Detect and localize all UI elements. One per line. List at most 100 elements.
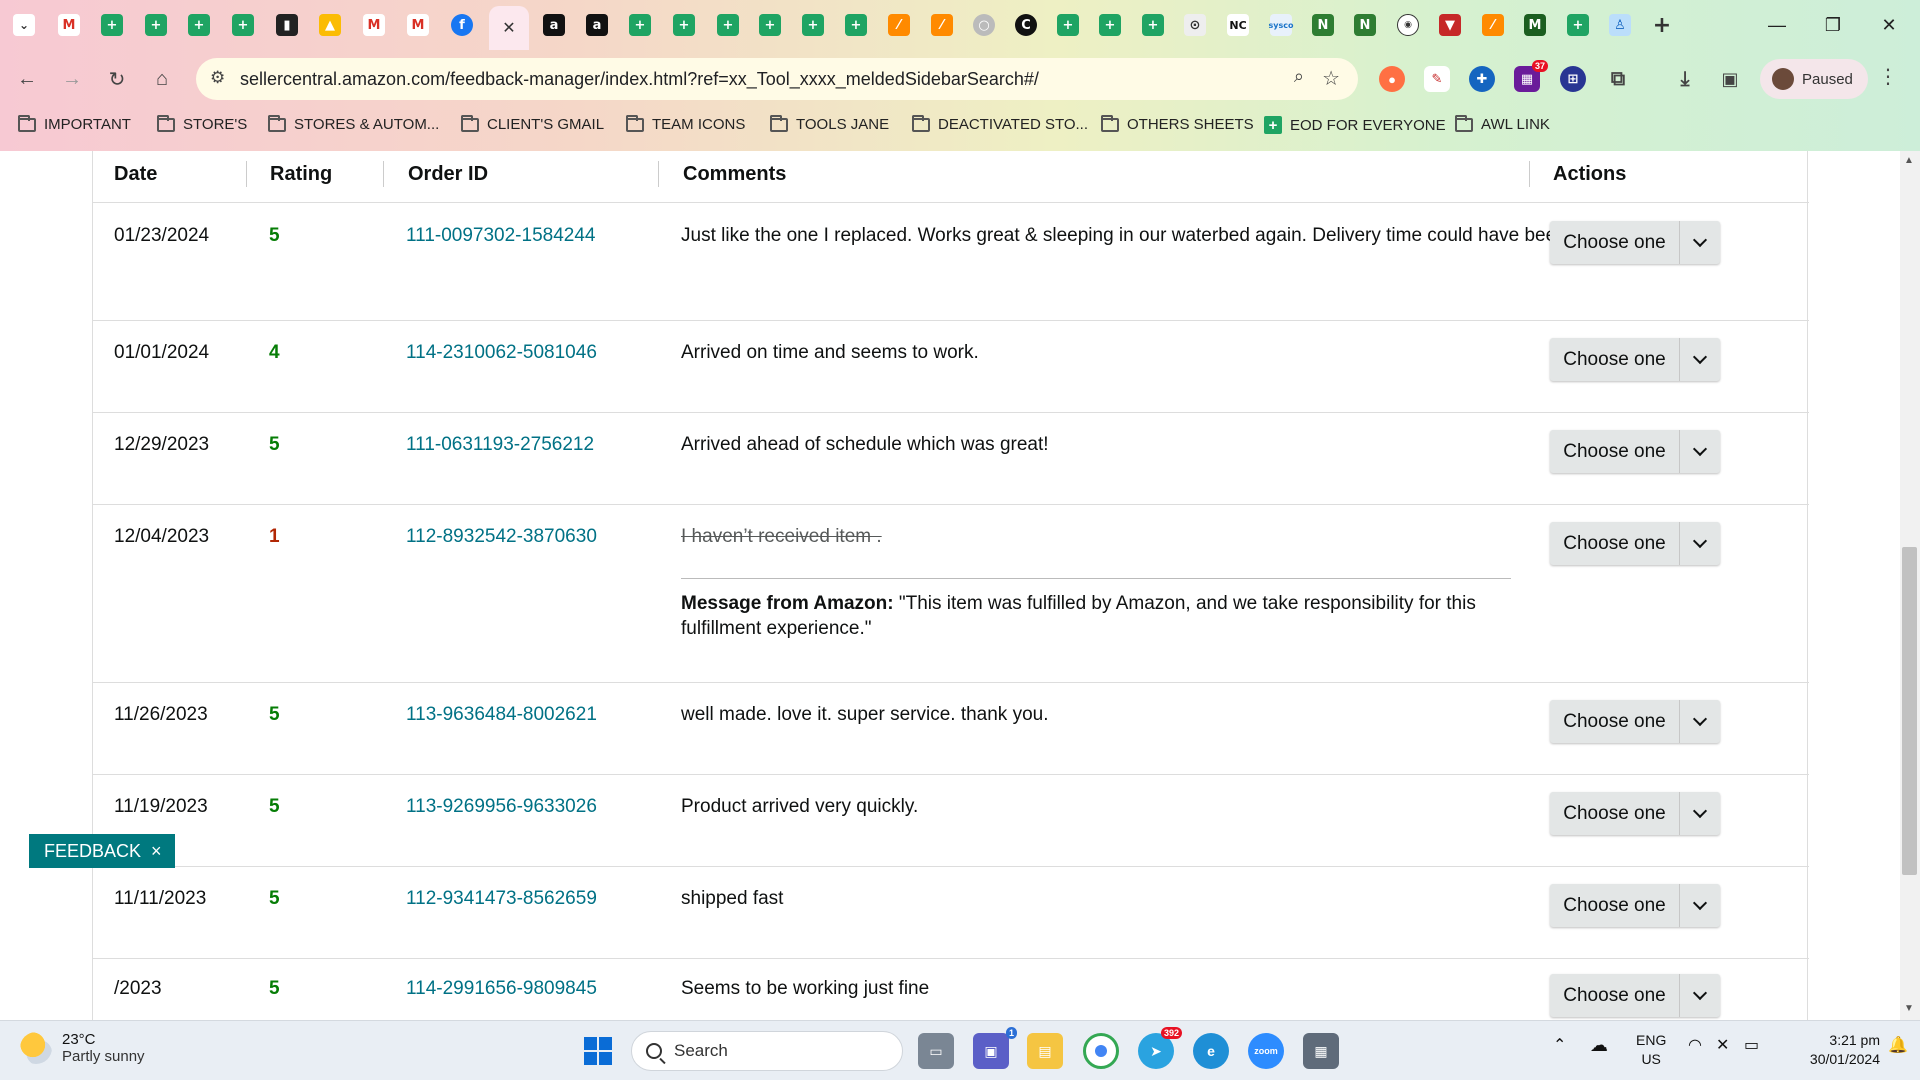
bookmark-awl-link[interactable]: AWL LINK: [1455, 114, 1550, 133]
chevron-up-icon[interactable]: ⌃: [1553, 1035, 1566, 1055]
chevron-down-icon[interactable]: [1680, 522, 1720, 565]
header-order-id[interactable]: Order ID: [408, 163, 488, 186]
tab-sheets-13[interactable]: +: [1137, 9, 1169, 41]
telegram-icon[interactable]: ➤ 392: [1138, 1027, 1182, 1069]
order-id-link[interactable]: 112-9341473-8562659: [406, 887, 597, 911]
tab-amazon-1[interactable]: a: [538, 9, 570, 41]
reload-button[interactable]: ↻: [100, 62, 134, 96]
tab-sheets-3[interactable]: +: [183, 9, 215, 41]
back-button[interactable]: ←: [10, 62, 44, 96]
action-dropdown[interactable]: Choose one: [1550, 792, 1720, 835]
home-button[interactable]: ⌂: [145, 62, 179, 96]
action-dropdown[interactable]: Choose one: [1550, 700, 1720, 743]
tab-car-app[interactable]: ⊙: [1179, 9, 1211, 41]
close-icon[interactable]: ✕: [502, 18, 515, 38]
tab-n-app-1[interactable]: N: [1307, 9, 1339, 41]
tab-active-close[interactable]: ✕: [489, 6, 529, 50]
tab-sheets-11[interactable]: +: [1052, 9, 1084, 41]
bookmark-stores[interactable]: STORE'S: [157, 114, 247, 133]
tab-circle-app[interactable]: ◉: [1392, 9, 1424, 41]
action-dropdown[interactable]: Choose one: [1550, 221, 1720, 264]
extension-calendar-icon[interactable]: ▦ 37: [1514, 60, 1548, 92]
weather-widget[interactable]: 23°C Partly sunny: [20, 1031, 145, 1065]
chevron-down-icon[interactable]: [1680, 700, 1720, 743]
tab-sheets-10[interactable]: +: [840, 9, 872, 41]
bookmark-stores-autom[interactable]: STORES & AUTOM...: [268, 114, 439, 133]
chevron-down-icon[interactable]: [1680, 884, 1720, 927]
extensions-puzzle-icon[interactable]: ⧉: [1605, 66, 1631, 92]
chevron-down-icon[interactable]: [1680, 430, 1720, 473]
action-dropdown[interactable]: Choose one: [1550, 974, 1720, 1017]
bookmark-clients-gmail[interactable]: CLIENT'S GMAIL: [461, 114, 604, 133]
teams-icon[interactable]: ▣ 1: [973, 1027, 1017, 1069]
tab-app[interactable]: ▮: [271, 9, 303, 41]
edge-icon[interactable]: e: [1193, 1033, 1229, 1069]
tab-sheets-14[interactable]: +: [1562, 9, 1594, 41]
tab-gmail[interactable]: M: [53, 9, 85, 41]
volume-muted-icon[interactable]: ✕: [1716, 1035, 1729, 1055]
bookmark-others-sheets[interactable]: OTHERS SHEETS: [1101, 114, 1254, 133]
order-id-link[interactable]: 111-0631193-2756212: [406, 433, 594, 457]
tab-sheets-1[interactable]: +: [96, 9, 128, 41]
chrome-icon[interactable]: [1083, 1033, 1119, 1069]
onedrive-cloud-icon[interactable]: ☁: [1590, 1035, 1608, 1056]
order-id-link[interactable]: 113-9636484-8002621: [406, 703, 597, 727]
tab-sheets-9[interactable]: +: [797, 9, 829, 41]
chevron-down-icon[interactable]: [1680, 221, 1720, 264]
bookmark-star-icon[interactable]: ☆: [1322, 66, 1340, 91]
tab-c-app[interactable]: C: [1010, 9, 1042, 41]
system-clock[interactable]: 3:21 pm 30/01/2024: [1790, 1031, 1880, 1069]
restore-button[interactable]: ❐: [1810, 10, 1856, 40]
new-tab-button[interactable]: +: [1646, 9, 1678, 41]
tab-sheets-7[interactable]: +: [712, 9, 744, 41]
task-view-icon[interactable]: ▭: [918, 1033, 954, 1069]
url-text[interactable]: sellercentral.amazon.com/feedback-manage…: [240, 69, 1039, 90]
tab-drive[interactable]: ▲: [314, 9, 346, 41]
action-dropdown[interactable]: Choose one: [1550, 430, 1720, 473]
wifi-icon[interactable]: ◠: [1688, 1035, 1702, 1055]
language-indicator[interactable]: ENG US: [1636, 1031, 1666, 1069]
bookmark-eod[interactable]: + EOD FOR EVERYONE: [1264, 116, 1446, 134]
tab-facebook[interactable]: f: [446, 9, 478, 41]
zoom-app-icon[interactable]: zoom: [1248, 1033, 1284, 1069]
browser-menu-icon[interactable]: ⋮: [1878, 64, 1898, 89]
tab-person-app[interactable]: ♙: [1604, 9, 1636, 41]
tab-sheets-12[interactable]: +: [1094, 9, 1126, 41]
scroll-up-arrow-icon[interactable]: ▲: [1904, 155, 1914, 166]
feedback-tab[interactable]: FEEDBACK ×: [29, 834, 175, 868]
tab-nc[interactable]: NC: [1222, 9, 1254, 41]
side-panel-icon[interactable]: ▣: [1717, 66, 1743, 92]
forward-button[interactable]: →: [55, 62, 89, 96]
extension-blue-icon[interactable]: ✚: [1469, 66, 1495, 92]
tab-app-orange-1[interactable]: ⁄: [883, 9, 915, 41]
bookmark-important[interactable]: IMPORTANT: [18, 114, 131, 133]
minimize-button[interactable]: —: [1754, 10, 1800, 40]
action-dropdown[interactable]: Choose one: [1550, 522, 1720, 565]
tab-gmail-3[interactable]: M: [402, 9, 434, 41]
scrollbar-thumb[interactable]: [1902, 547, 1917, 875]
header-rating[interactable]: Rating: [270, 163, 332, 186]
tab-m-app[interactable]: M: [1519, 9, 1551, 41]
tab-search-button[interactable]: ⌄: [8, 9, 40, 41]
order-id-link[interactable]: 114-2991656-9809845: [406, 977, 597, 1001]
tab-sysco[interactable]: sysco: [1265, 9, 1297, 41]
tab-gmail-2[interactable]: M: [358, 9, 390, 41]
action-dropdown[interactable]: Choose one: [1550, 884, 1720, 927]
tab-globe[interactable]: ○: [968, 9, 1000, 41]
order-id-link[interactable]: 113-9269956-9633026: [406, 795, 597, 819]
download-icon[interactable]: ⤓: [1672, 66, 1698, 92]
address-bar[interactable]: ⚙ sellercentral.amazon.com/feedback-mana…: [196, 58, 1358, 100]
tab-sheets-4[interactable]: +: [227, 9, 259, 41]
tab-sheets-5[interactable]: +: [624, 9, 656, 41]
tab-n-app-2[interactable]: N: [1349, 9, 1381, 41]
scroll-down-arrow-icon[interactable]: ▼: [1904, 1003, 1914, 1014]
bookmark-team-icons[interactable]: TEAM ICONS: [626, 114, 745, 133]
tab-amazon-2[interactable]: a: [581, 9, 613, 41]
bookmark-tools-jane[interactable]: TOOLS JANE: [770, 114, 889, 133]
battery-icon[interactable]: ▭: [1744, 1035, 1759, 1055]
tab-sheets-2[interactable]: +: [140, 9, 172, 41]
tab-v-app[interactable]: ▼: [1434, 9, 1466, 41]
header-date[interactable]: Date: [114, 163, 157, 186]
feedback-close-icon[interactable]: ×: [151, 841, 162, 862]
action-dropdown[interactable]: Choose one: [1550, 338, 1720, 381]
